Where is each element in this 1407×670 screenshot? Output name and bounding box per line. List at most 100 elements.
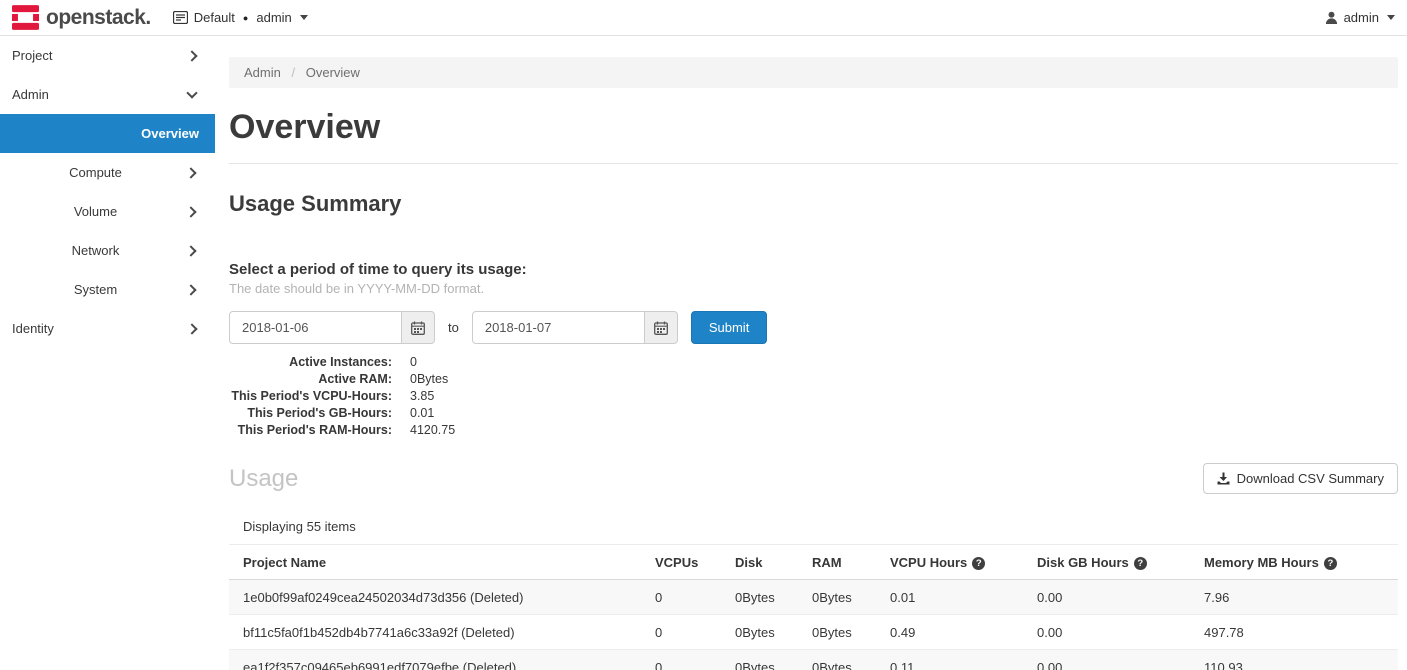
stat-active-instances: Active Instances: 0 bbox=[229, 354, 1398, 371]
cell-project-name: ea1f2f357c09465eb6991edf7079efbe (Delete… bbox=[229, 650, 641, 670]
table-header-row: Project Name VCPUs Disk RAM VCPU Hours D… bbox=[229, 545, 1398, 580]
col-vcpu-hours[interactable]: VCPU Hours bbox=[876, 545, 1023, 580]
sidebar-item-compute[interactable]: Compute bbox=[0, 153, 215, 192]
usage-stats: Active Instances: 0 Active RAM: 0Bytes T… bbox=[229, 354, 1398, 439]
domain-project-switcher[interactable]: Default ● admin bbox=[173, 10, 308, 25]
sidebar-item-label: Admin bbox=[12, 87, 49, 102]
chevron-right-icon bbox=[185, 206, 196, 217]
usage-summary-heading: Usage Summary bbox=[229, 191, 1398, 217]
usage-section-header: Usage Download CSV Summary bbox=[229, 463, 1398, 494]
usage-heading: Usage bbox=[229, 465, 298, 493]
cell-vcpu-hours: 0.49 bbox=[876, 615, 1023, 650]
usage-table: Project Name VCPUs Disk RAM VCPU Hours D… bbox=[229, 544, 1398, 670]
cell-ram: 0Bytes bbox=[798, 650, 876, 670]
stat-value: 4120.75 bbox=[410, 422, 455, 439]
column-label: VCPU Hours bbox=[890, 555, 967, 570]
help-icon[interactable] bbox=[1134, 557, 1147, 570]
cell-memory-mb-hours: 110.93 bbox=[1190, 650, 1398, 670]
cell-vcpus: 0 bbox=[641, 580, 721, 615]
date-to-input[interactable] bbox=[472, 311, 645, 344]
calendar-icon[interactable] bbox=[645, 311, 678, 344]
cell-vcpu-hours: 0.01 bbox=[876, 580, 1023, 615]
user-icon bbox=[1325, 11, 1338, 24]
stat-value: 0 bbox=[410, 354, 417, 371]
help-icon[interactable] bbox=[972, 557, 985, 570]
cell-vcpus: 0 bbox=[641, 650, 721, 670]
cell-project-name: bf11c5fa0f1b452db4b7741a6c33a92f (Delete… bbox=[229, 615, 641, 650]
stat-label: Active Instances: bbox=[229, 354, 392, 371]
chevron-right-icon bbox=[185, 245, 196, 256]
sidebar-item-volume[interactable]: Volume bbox=[0, 192, 215, 231]
column-label: RAM bbox=[812, 555, 842, 570]
stat-vcpu-hours: This Period's VCPU-Hours: 3.85 bbox=[229, 388, 1398, 405]
stat-label: Active RAM: bbox=[229, 371, 392, 388]
page-title: Overview bbox=[229, 108, 1398, 147]
sidebar-item-label: Compute bbox=[69, 165, 122, 180]
cell-vcpus: 0 bbox=[641, 615, 721, 650]
sidebar-item-network[interactable]: Network bbox=[0, 231, 215, 270]
sidebar-item-admin[interactable]: Admin bbox=[0, 75, 215, 114]
sidebar-item-label: Volume bbox=[74, 204, 117, 219]
col-disk[interactable]: Disk bbox=[721, 545, 798, 580]
col-ram[interactable]: RAM bbox=[798, 545, 876, 580]
date-to-group bbox=[472, 311, 678, 344]
date-from-group bbox=[229, 311, 435, 344]
chevron-down-icon bbox=[186, 87, 197, 98]
chevron-right-icon bbox=[186, 50, 197, 61]
sidebar-item-overview[interactable]: Overview bbox=[0, 114, 215, 153]
cell-vcpu-hours: 0.11 bbox=[876, 650, 1023, 670]
main-content: Admin / Overview Overview Usage Summary … bbox=[215, 36, 1407, 670]
period-prompt: Select a period of time to query its usa… bbox=[229, 261, 1398, 278]
cell-memory-mb-hours: 497.78 bbox=[1190, 615, 1398, 650]
chevron-right-icon bbox=[185, 167, 196, 178]
stat-value: 3.85 bbox=[410, 388, 434, 405]
sidebar-item-project[interactable]: Project bbox=[0, 36, 215, 75]
cell-disk-gb-hours: 0.00 bbox=[1023, 650, 1190, 670]
breadcrumb-current: Overview bbox=[306, 65, 360, 80]
breadcrumb-admin-link[interactable]: Admin bbox=[244, 65, 281, 80]
stat-gb-hours: This Period's GB-Hours: 0.01 bbox=[229, 405, 1398, 422]
sidebar-item-identity[interactable]: Identity bbox=[0, 309, 215, 348]
download-csv-button[interactable]: Download CSV Summary bbox=[1203, 463, 1398, 494]
sidebar-nav: Project Admin Overview Compute Volume Ne… bbox=[0, 36, 215, 670]
user-menu[interactable]: admin bbox=[1325, 10, 1395, 25]
sidebar-item-label: Identity bbox=[12, 321, 54, 336]
col-project-name[interactable]: Project Name bbox=[229, 545, 641, 580]
chevron-right-icon bbox=[185, 284, 196, 295]
items-count: Displaying 55 items bbox=[243, 519, 1398, 534]
col-vcpus[interactable]: VCPUs bbox=[641, 545, 721, 580]
breadcrumb: Admin / Overview bbox=[229, 57, 1398, 88]
column-label: Disk GB Hours bbox=[1037, 555, 1129, 570]
stat-label: This Period's VCPU-Hours: bbox=[229, 388, 392, 405]
current-domain: Default bbox=[194, 10, 235, 25]
chevron-down-icon bbox=[1387, 15, 1395, 20]
calendar-icon[interactable] bbox=[402, 311, 435, 344]
sidebar-item-label: Overview bbox=[141, 126, 199, 141]
table-row: bf11c5fa0f1b452db4b7741a6c33a92f (Delete… bbox=[229, 615, 1398, 650]
user-name: admin bbox=[1344, 10, 1379, 25]
col-disk-gb-hours[interactable]: Disk GB Hours bbox=[1023, 545, 1190, 580]
brand-wordmark: openstack. bbox=[46, 6, 151, 30]
top-navbar: openstack. Default ● admin admin bbox=[0, 0, 1407, 36]
cell-disk: 0Bytes bbox=[721, 650, 798, 670]
help-icon[interactable] bbox=[1324, 557, 1337, 570]
to-label: to bbox=[448, 320, 459, 335]
column-label: Project Name bbox=[243, 555, 326, 570]
table-row: 1e0b0f99af0249cea24502034d73d356 (Delete… bbox=[229, 580, 1398, 615]
openstack-brand[interactable]: openstack. bbox=[12, 5, 151, 30]
download-icon bbox=[1217, 472, 1230, 485]
date-from-input[interactable] bbox=[229, 311, 402, 344]
stat-ram-hours: This Period's RAM-Hours: 4120.75 bbox=[229, 422, 1398, 439]
cell-disk-gb-hours: 0.00 bbox=[1023, 615, 1190, 650]
cell-ram: 0Bytes bbox=[798, 580, 876, 615]
date-range-form: to Submit bbox=[229, 311, 1398, 344]
sidebar-item-system[interactable]: System bbox=[0, 270, 215, 309]
breadcrumb-separator: / bbox=[291, 65, 295, 80]
submit-button[interactable]: Submit bbox=[691, 311, 767, 344]
cell-disk: 0Bytes bbox=[721, 615, 798, 650]
col-memory-mb-hours[interactable]: Memory MB Hours bbox=[1190, 545, 1398, 580]
cell-project-name: 1e0b0f99af0249cea24502034d73d356 (Delete… bbox=[229, 580, 641, 615]
stat-active-ram: Active RAM: 0Bytes bbox=[229, 371, 1398, 388]
sidebar-item-label: System bbox=[74, 282, 117, 297]
sidebar-item-label: Project bbox=[12, 48, 52, 63]
